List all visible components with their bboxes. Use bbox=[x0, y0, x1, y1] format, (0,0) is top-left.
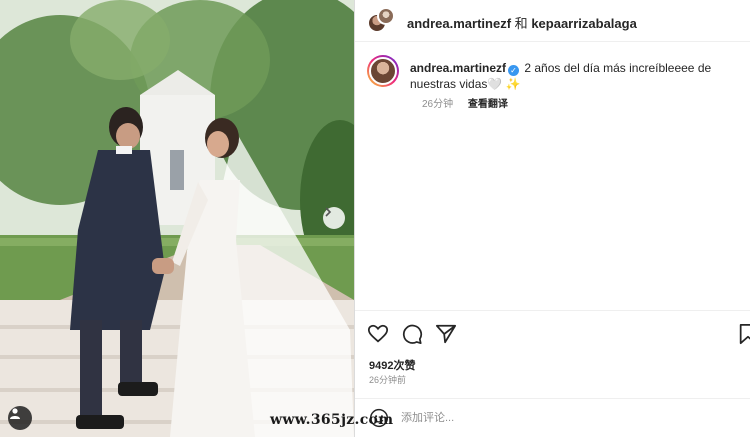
verified-icon: ✓ bbox=[508, 65, 520, 76]
wedding-photo-image bbox=[0, 0, 354, 437]
username-link[interactable]: kepaarrizabalaga bbox=[531, 16, 637, 31]
avatar bbox=[369, 57, 397, 85]
comment-icon[interactable] bbox=[401, 323, 423, 345]
caption-time: 26分钟 bbox=[422, 99, 454, 110]
collab-usernames: andrea.martinezf 和 kepaarrizabalaga bbox=[407, 13, 637, 32]
action-bar bbox=[355, 310, 750, 356]
share-icon[interactable] bbox=[435, 323, 457, 345]
avatar bbox=[377, 7, 395, 25]
next-arrow-icon bbox=[325, 207, 332, 217]
caption-text: andrea.martinezf ✓ 2 años del día más inc… bbox=[410, 60, 745, 92]
caption-meta: 26分钟 查看翻译 bbox=[422, 95, 508, 110]
likes-count[interactable]: 9492次赞 bbox=[369, 357, 415, 373]
caption-avatar[interactable] bbox=[367, 55, 399, 87]
watermark-text: www.365jz.com bbox=[270, 412, 394, 428]
user-tag-button[interactable] bbox=[8, 406, 32, 430]
username-link[interactable]: andrea.martinezf bbox=[407, 16, 511, 31]
caption-username[interactable]: andrea.martinezf bbox=[410, 61, 506, 75]
comment-input[interactable] bbox=[401, 407, 631, 429]
post-time: 26分钟前 bbox=[369, 375, 407, 385]
comment-bar bbox=[355, 398, 750, 437]
conjunction-text: 和 bbox=[514, 16, 528, 31]
see-translation-link[interactable]: 查看翻译 bbox=[468, 99, 508, 110]
post-photo[interactable] bbox=[0, 0, 354, 437]
user-tag-icon bbox=[10, 408, 20, 419]
collab-avatars[interactable] bbox=[367, 7, 395, 35]
post-details-panel: andrea.martinezf 和 kepaarrizabalaga andr… bbox=[354, 0, 750, 437]
save-icon[interactable] bbox=[737, 323, 750, 345]
next-photo-button[interactable] bbox=[323, 207, 345, 229]
post-header: andrea.martinezf 和 kepaarrizabalaga bbox=[355, 0, 750, 42]
like-icon[interactable] bbox=[367, 323, 389, 345]
